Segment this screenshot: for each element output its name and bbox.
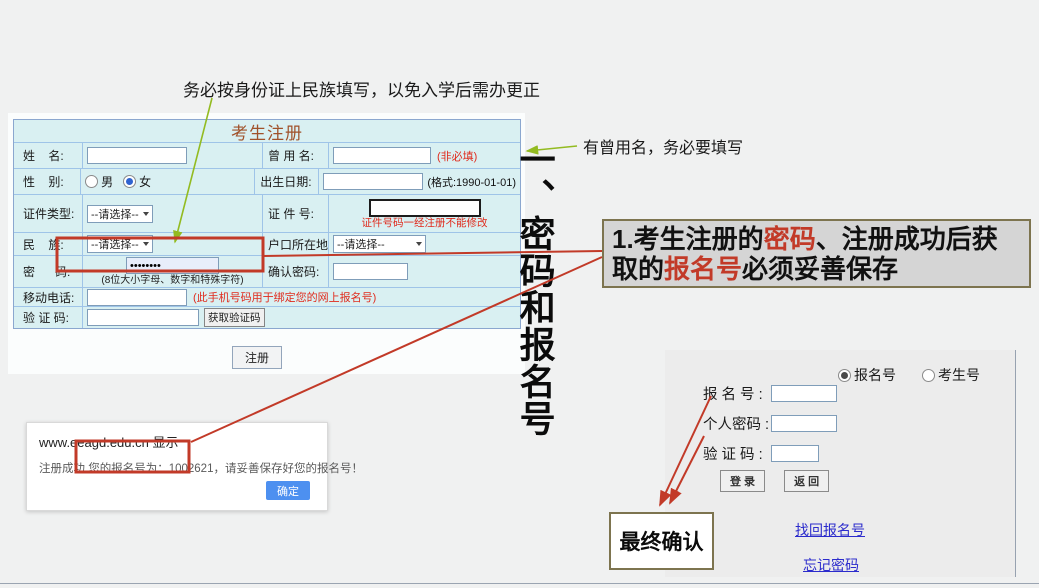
dialog-message-prefix: 注册成功 xyxy=(39,463,88,475)
registration-form: 考生注册 姓 名: 曾 用 名: (非必填) 性 别: 男 女 出生日期: (格… xyxy=(13,119,521,329)
login-type-kaosheng-radio[interactable]: 考生号 xyxy=(922,365,980,385)
radio-icon xyxy=(922,369,935,382)
section-title-vertical: 一、密码和报名号 xyxy=(510,141,559,477)
row-captcha: 验 证 码: 获取验证码 xyxy=(14,306,520,328)
browser-alert-dialog: www.eeagd.edu.cn 显示 注册成功 您的报名号为：1002621，… xyxy=(26,422,328,511)
password-hint: (8位大小字母、数字和特殊字符) xyxy=(101,275,243,286)
login-baoming-row: 报 名 号 : xyxy=(703,383,837,404)
login-baoming-label: 报 名 号 : xyxy=(703,383,771,404)
birth-input[interactable] xyxy=(323,173,423,190)
row-gender-birth: 性 别: 男 女 出生日期: (格式:1990-01-01) xyxy=(14,168,520,194)
name-input[interactable] xyxy=(87,147,187,164)
gender-female-label: 女 xyxy=(139,173,151,190)
find-baoming-link[interactable]: 找回报名号 xyxy=(795,520,865,540)
login-type-baoming-label: 报名号 xyxy=(854,365,896,385)
get-captcha-button[interactable]: 获取验证码 xyxy=(204,308,265,327)
id-no-hint: 证件号码一经注册不能修改 xyxy=(362,218,488,229)
row-name: 姓 名: 曾 用 名: (非必填) xyxy=(14,142,520,168)
login-type-kaosheng-label: 考生号 xyxy=(938,365,980,385)
login-type-baoming-radio[interactable]: 报名号 xyxy=(838,365,896,385)
password-input[interactable] xyxy=(126,257,219,274)
login-baoming-input[interactable] xyxy=(771,385,837,402)
former-name-input[interactable] xyxy=(333,147,431,164)
gender-male-label: 男 xyxy=(101,173,113,190)
login-password-label: 个人密码 : xyxy=(703,413,771,434)
id-no-input[interactable] xyxy=(369,199,481,217)
login-password-input[interactable] xyxy=(771,415,837,432)
dropdown-arrow-icon xyxy=(143,242,149,246)
login-captcha-input[interactable] xyxy=(771,445,819,462)
login-type-radios: 报名号 考生号 xyxy=(838,365,980,385)
final-confirm-box: 最终确认 xyxy=(609,512,714,570)
registration-page: 考生注册 姓 名: 曾 用 名: (非必填) 性 别: 男 女 出生日期: (格… xyxy=(8,113,525,374)
login-panel: 报名号 考生号 报 名 号 : 个人密码 : 验 证 码 : 登 录 返 回 找… xyxy=(665,350,1016,577)
residence-label: 户口所在地: xyxy=(263,233,329,255)
mobile-hint: (此手机号码用于绑定您的网上报名号) xyxy=(193,289,376,305)
nation-label: 民 族: xyxy=(14,233,83,255)
tutorial-slide: 务必按身份证上民族填写，以免入学后需办更正 考生注册 姓 名: 曾 用 名: (… xyxy=(0,0,1039,588)
dialog-title: www.eeagd.edu.cn 显示 xyxy=(39,432,315,451)
registration-form-title: 考生注册 xyxy=(14,120,520,142)
mobile-label: 移动电话: xyxy=(14,288,83,306)
former-name-hint: (非必填) xyxy=(437,148,477,164)
radio-icon xyxy=(85,175,98,188)
id-type-select[interactable]: --请选择-- xyxy=(87,205,153,223)
instruction-text: 必须妥善保存 xyxy=(742,254,898,284)
row-idtype-idno: 证件类型: --请选择-- 证 件 号: 证件号码一经注册不能修改 xyxy=(14,194,520,232)
instruction-box: 1.考生注册的密码、注册成功后获取的报名号必须妥善保存 xyxy=(602,219,1031,288)
row-mobile: 移动电话: (此手机号码用于绑定您的网上报名号) xyxy=(14,287,520,306)
dropdown-arrow-icon xyxy=(143,212,149,216)
id-no-label: 证 件 号: xyxy=(263,195,329,232)
residence-select[interactable]: --请选择-- xyxy=(333,235,426,253)
instruction-password-red: 密码 xyxy=(764,224,816,254)
login-captcha-row: 验 证 码 : xyxy=(703,443,819,464)
password-label: 密 码: xyxy=(14,256,83,287)
dialog-message-baoming-number: 您的报名号为：1002621 xyxy=(88,463,213,475)
instruction-text: 1.考生注册的 xyxy=(612,224,764,254)
residence-select-value: --请选择-- xyxy=(337,236,385,252)
name-label: 姓 名: xyxy=(14,143,83,168)
radio-checked-icon xyxy=(123,175,136,188)
gender-label: 性 别: xyxy=(14,169,81,194)
nation-select-value: --请选择-- xyxy=(91,236,139,252)
former-name-note: 有曾用名，务必要填写 xyxy=(583,134,743,158)
login-captcha-label: 验 证 码 : xyxy=(703,443,771,464)
radio-checked-icon xyxy=(838,369,851,382)
former-name-label: 曾 用 名: xyxy=(263,143,329,168)
dropdown-arrow-icon xyxy=(416,242,422,246)
slide-bottom-border xyxy=(0,583,1039,584)
confirm-password-input[interactable] xyxy=(333,263,408,280)
nation-select[interactable]: --请选择-- xyxy=(87,235,153,253)
login-password-row: 个人密码 : xyxy=(703,413,837,434)
forgot-password-link[interactable]: 忘记密码 xyxy=(803,555,859,575)
id-type-label: 证件类型: xyxy=(14,195,83,232)
register-button[interactable]: 注册 xyxy=(232,346,282,369)
dialog-message-suffix: ，请妥善保存好您的报名号！ xyxy=(213,463,363,475)
gender-female-radio[interactable]: 女 xyxy=(123,173,151,190)
login-buttons: 登 录 返 回 xyxy=(720,470,829,492)
captcha-label: 验 证 码: xyxy=(14,307,83,328)
birth-format-hint: (格式:1990-01-01) xyxy=(427,174,516,190)
instruction-baoming-red: 报名号 xyxy=(664,254,742,284)
row-password: 密 码: (8位大小字母、数字和特殊字符) 确认密码: xyxy=(14,255,520,287)
dialog-ok-button[interactable]: 确定 xyxy=(266,481,310,500)
nationality-note: 务必按身份证上民族填写，以免入学后需办更正 xyxy=(183,76,540,101)
gender-male-radio[interactable]: 男 xyxy=(85,173,113,190)
mobile-input[interactable] xyxy=(87,289,187,306)
login-button[interactable]: 登 录 xyxy=(720,470,765,492)
captcha-input[interactable] xyxy=(87,309,199,326)
row-nation-residence: 民 族: --请选择-- 户口所在地: --请选择-- xyxy=(14,232,520,255)
back-button[interactable]: 返 回 xyxy=(784,470,829,492)
dialog-message: 注册成功 您的报名号为：1002621，请妥善保存好您的报名号！ xyxy=(39,460,315,476)
confirm-password-label: 确认密码: xyxy=(263,256,329,287)
id-type-select-value: --请选择-- xyxy=(91,206,139,222)
birth-label: 出生日期: xyxy=(255,169,319,194)
